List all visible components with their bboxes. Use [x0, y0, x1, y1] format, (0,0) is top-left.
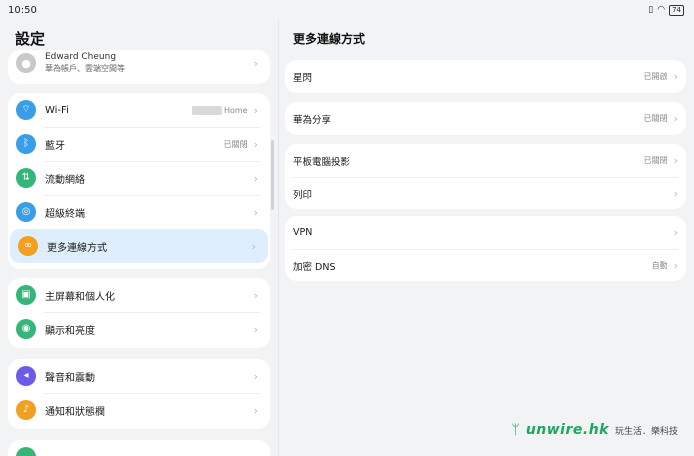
page-title: 設定 — [15, 30, 46, 48]
sidebar-item-label: 顯示和亮度 — [45, 325, 95, 337]
watermark-slogan: 玩生活．樂科技 — [614, 426, 678, 437]
account-row[interactable]: ● Edward Cheung 華為帳戶、雲端空間等 › — [8, 50, 270, 80]
list-item-encrypted-dns[interactable]: 加密 DNS 自動 › — [285, 249, 686, 281]
account-card[interactable]: ● Edward Cheung 華為帳戶、雲端空間等 › — [8, 50, 270, 84]
list-item-vpn[interactable]: VPN › — [285, 216, 686, 249]
list-item-tablet-projection[interactable]: 平板電腦投影 已關閉 › — [285, 144, 686, 177]
chevron-right-icon: › — [253, 403, 258, 417]
vpn-dns-card: VPN › 加密 DNS 自動 › — [285, 216, 686, 281]
notification-icon: ♪ — [16, 400, 36, 420]
list-item-label: 加密 DNS — [293, 261, 336, 273]
display-icon: ◉ — [16, 319, 36, 339]
wifi-network-name: Home — [223, 105, 248, 115]
account-name: Edward Cheung — [45, 52, 117, 62]
account-subtitle: 華為帳戶、雲端空間等 — [45, 64, 125, 73]
sidebar-item-home-screen[interactable]: ▣ 主屏幕和個人化 › — [8, 278, 270, 312]
nearlink-status: 已開啟 — [643, 72, 668, 81]
list-item-print[interactable]: 列印 › — [285, 177, 686, 209]
mobile-network-icon: ⇅ — [16, 168, 36, 188]
wifi-status-icon: ◠ — [657, 5, 666, 15]
list-item-label: 華為分享 — [293, 114, 332, 126]
huawei-share-card: 華為分享 已關閉 › — [285, 102, 686, 135]
vibrate-icon: ▯ — [648, 5, 654, 15]
chevron-right-icon: › — [673, 259, 678, 272]
list-item-label: VPN — [293, 227, 313, 238]
sidebar-item-label: 更多連線方式 — [47, 242, 107, 254]
partial-card — [8, 440, 270, 456]
sidebar-item-label: Wi-Fi — [45, 104, 69, 116]
chevron-right-icon: › — [253, 56, 258, 70]
settings-list-pane[interactable]: 設定 ● Edward Cheung 華為帳戶、雲端空間等 › ⌔ Wi-Fi … — [0, 20, 278, 456]
list-item-label: 平板電腦投影 — [293, 156, 351, 168]
list-item-nearlink[interactable]: 星閃 已開啟 › — [285, 60, 686, 93]
sound-card: ◂ 聲音和震動 › ♪ 通知和狀態欄 › — [8, 359, 270, 429]
chevron-right-icon: › — [253, 288, 258, 302]
chevron-right-icon: › — [673, 112, 678, 125]
sidebar-item-mobile-network[interactable]: ⇅ 流動網絡 › — [8, 161, 270, 195]
projection-status: 已關閉 — [643, 156, 668, 165]
dns-status: 自動 — [651, 261, 668, 270]
chevron-right-icon: › — [673, 70, 678, 83]
chevron-right-icon: › — [253, 205, 258, 219]
sidebar-item-label: 聲音和震動 — [45, 372, 95, 384]
blurred-ssid-prefix — [191, 105, 222, 115]
watermark: ᛘ unwire.hk 玩生活．樂科技 — [511, 422, 678, 438]
chevron-right-icon: › — [673, 154, 678, 167]
chevron-right-icon: › — [251, 239, 256, 253]
sidebar-item-wifi[interactable]: ⌔ Wi-Fi Home › — [8, 93, 270, 127]
link-icon: ∞ — [18, 236, 38, 256]
status-time: 10:50 — [8, 4, 37, 16]
sidebar-item-more-connections[interactable]: ∞ 更多連線方式 › — [10, 229, 268, 263]
sidebar-item-bluetooth[interactable]: ᛒ 藍牙 已關閉 › — [8, 127, 270, 161]
sidebar-item-label: 主屏幕和個人化 — [45, 291, 115, 303]
list-item-label: 星閃 — [293, 72, 313, 84]
sound-icon: ◂ — [16, 366, 36, 386]
wifi-icon: ⌔ — [16, 100, 36, 120]
chevron-right-icon: › — [253, 322, 258, 336]
battery-icon: 74 — [669, 4, 684, 16]
chevron-right-icon: › — [253, 103, 258, 117]
bluetooth-status: 已關閉 — [223, 139, 248, 149]
list-item-label: 列印 — [293, 189, 313, 201]
status-bar: 10:50 ▯ ◠ 74 — [0, 0, 694, 20]
chevron-right-icon: › — [253, 369, 258, 383]
chevron-right-icon: › — [253, 137, 258, 151]
partial-item-icon — [16, 447, 36, 456]
huawei-share-status: 已關閉 — [643, 114, 668, 123]
sidebar-item-sound[interactable]: ◂ 聲音和震動 › — [8, 359, 270, 393]
sidebar-item-label: 超級終端 — [45, 208, 85, 220]
scrollbar[interactable] — [271, 140, 274, 210]
unwire-logo-icon: ᛘ — [511, 422, 520, 438]
sidebar-item-super-device[interactable]: ◎ 超級終端 › — [8, 195, 270, 229]
status-icons: ▯ ◠ 74 — [648, 4, 684, 16]
chevron-right-icon: › — [673, 187, 678, 200]
sidebar-item-display[interactable]: ◉ 顯示和亮度 › — [8, 312, 270, 346]
sidebar-item-notifications[interactable]: ♪ 通知和狀態欄 › — [8, 393, 270, 427]
sidebar-item-label: 通知和狀態欄 — [45, 406, 105, 418]
projection-card: 平板電腦投影 已關閉 › 列印 › — [285, 144, 686, 209]
bluetooth-icon: ᛒ — [16, 134, 36, 154]
sidebar-item-partial[interactable] — [8, 440, 270, 456]
watermark-brand: unwire.hk — [525, 422, 609, 438]
super-device-icon: ◎ — [16, 202, 36, 222]
detail-pane: 更多連線方式 星閃 已開啟 › 華為分享 已關閉 › 平板電腦投影 已關閉 › … — [279, 20, 694, 456]
sidebar-item-label: 藍牙 — [45, 140, 65, 152]
detail-title: 更多連線方式 — [293, 32, 366, 46]
nearlink-card: 星閃 已開啟 › — [285, 60, 686, 93]
connectivity-card: ⌔ Wi-Fi Home › ᛒ 藍牙 已關閉 › ⇅ 流動網絡 › ◎ 超級終… — [8, 93, 270, 269]
avatar: ● — [16, 53, 36, 73]
chevron-right-icon: › — [253, 171, 258, 185]
sidebar-item-label: 流動網絡 — [45, 174, 85, 186]
list-item-huawei-share[interactable]: 華為分享 已關閉 › — [285, 102, 686, 135]
display-card: ▣ 主屏幕和個人化 › ◉ 顯示和亮度 › — [8, 278, 270, 348]
home-screen-icon: ▣ — [16, 285, 36, 305]
chevron-right-icon: › — [673, 226, 678, 239]
